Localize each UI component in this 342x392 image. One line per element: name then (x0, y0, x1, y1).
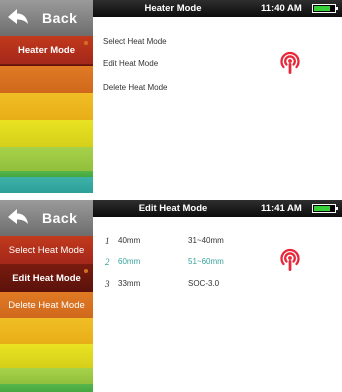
wireless-signal-icon (280, 248, 300, 271)
mode-range: 51~60mm (188, 257, 224, 266)
heat-mode-row[interactable]: 3 33mm SOC-3.0 (105, 278, 275, 290)
battery-icon (312, 204, 338, 213)
menu-item-select-heat-mode[interactable]: Select Heat Mode (0, 236, 93, 264)
mode-name: 33mm (118, 279, 141, 288)
menu-item-label: Delete Heat Mode (8, 299, 85, 311)
heater-mode-screen: Back Heater Mode Heater Mode 11:40 AM Se… (0, 0, 342, 193)
mode-range: SOC-3.0 (188, 279, 220, 288)
back-button[interactable]: Back (0, 200, 93, 236)
menu-slot-empty (0, 318, 93, 344)
heat-mode-row-selected[interactable]: 2 60mm 51~60mm (105, 256, 275, 268)
main-content: 1 40mm 31~40mm 2 60mm 51~60mm 3 33mm SOC… (93, 217, 342, 392)
page-title: Heater Mode (144, 3, 202, 14)
menu-item-heater-mode[interactable]: Heater Mode (0, 36, 93, 64)
edit-heat-mode-screen: Back Select Heat Mode Edit Heat Mode Del… (0, 200, 342, 392)
menu-item-label: Edit Heat Mode (12, 272, 81, 284)
screen-divider (0, 193, 342, 200)
option-edit-heat-mode[interactable]: Edit Heat Mode (103, 59, 158, 68)
menu-slot-empty (0, 120, 93, 147)
menu-item-label: Select Heat Mode (8, 244, 85, 256)
menu-slot-empty (0, 344, 93, 368)
menu-slot-empty (0, 177, 93, 193)
back-label: Back (42, 210, 78, 226)
row-index: 3 (105, 279, 110, 289)
menu-slot-empty (0, 384, 93, 392)
menu-slot-empty (0, 147, 93, 171)
clock: 11:40 AM (261, 3, 302, 14)
back-arrow-icon (8, 209, 28, 224)
back-arrow-icon (8, 9, 28, 24)
row-index: 2 (105, 257, 110, 267)
back-button[interactable]: Back (0, 0, 93, 36)
menu-item-edit-heat-mode[interactable]: Edit Heat Mode (0, 264, 93, 292)
menu-item-delete-heat-mode[interactable]: Delete Heat Mode (0, 292, 93, 318)
menu-slot-empty (0, 93, 93, 120)
side-menu: Back Heater Mode (0, 0, 93, 193)
mode-name: 60mm (118, 257, 141, 266)
page-title: Edit Heat Mode (138, 203, 208, 214)
wireless-signal-icon (280, 51, 300, 74)
back-label: Back (42, 10, 78, 26)
clock: 11:41 AM (261, 203, 302, 214)
menu-slot-empty (0, 368, 93, 384)
title-bar: Heater Mode 11:40 AM (93, 0, 342, 17)
option-delete-heat-mode[interactable]: Delete Heat Mode (103, 83, 167, 92)
menu-item-label: Heater Mode (17, 44, 75, 56)
row-index: 1 (105, 236, 110, 246)
battery-icon (312, 4, 338, 13)
title-bar: Edit Heat Mode 11:41 AM (93, 200, 342, 217)
main-content: Select Heat Mode Edit Heat Mode Delete H… (93, 17, 342, 193)
option-select-heat-mode[interactable]: Select Heat Mode (103, 37, 167, 46)
menu-slot-empty (0, 66, 93, 93)
heat-mode-row[interactable]: 1 40mm 31~40mm (105, 235, 275, 247)
mode-name: 40mm (118, 236, 141, 245)
side-menu: Back Select Heat Mode Edit Heat Mode Del… (0, 200, 93, 392)
mode-range: 31~40mm (188, 236, 224, 245)
